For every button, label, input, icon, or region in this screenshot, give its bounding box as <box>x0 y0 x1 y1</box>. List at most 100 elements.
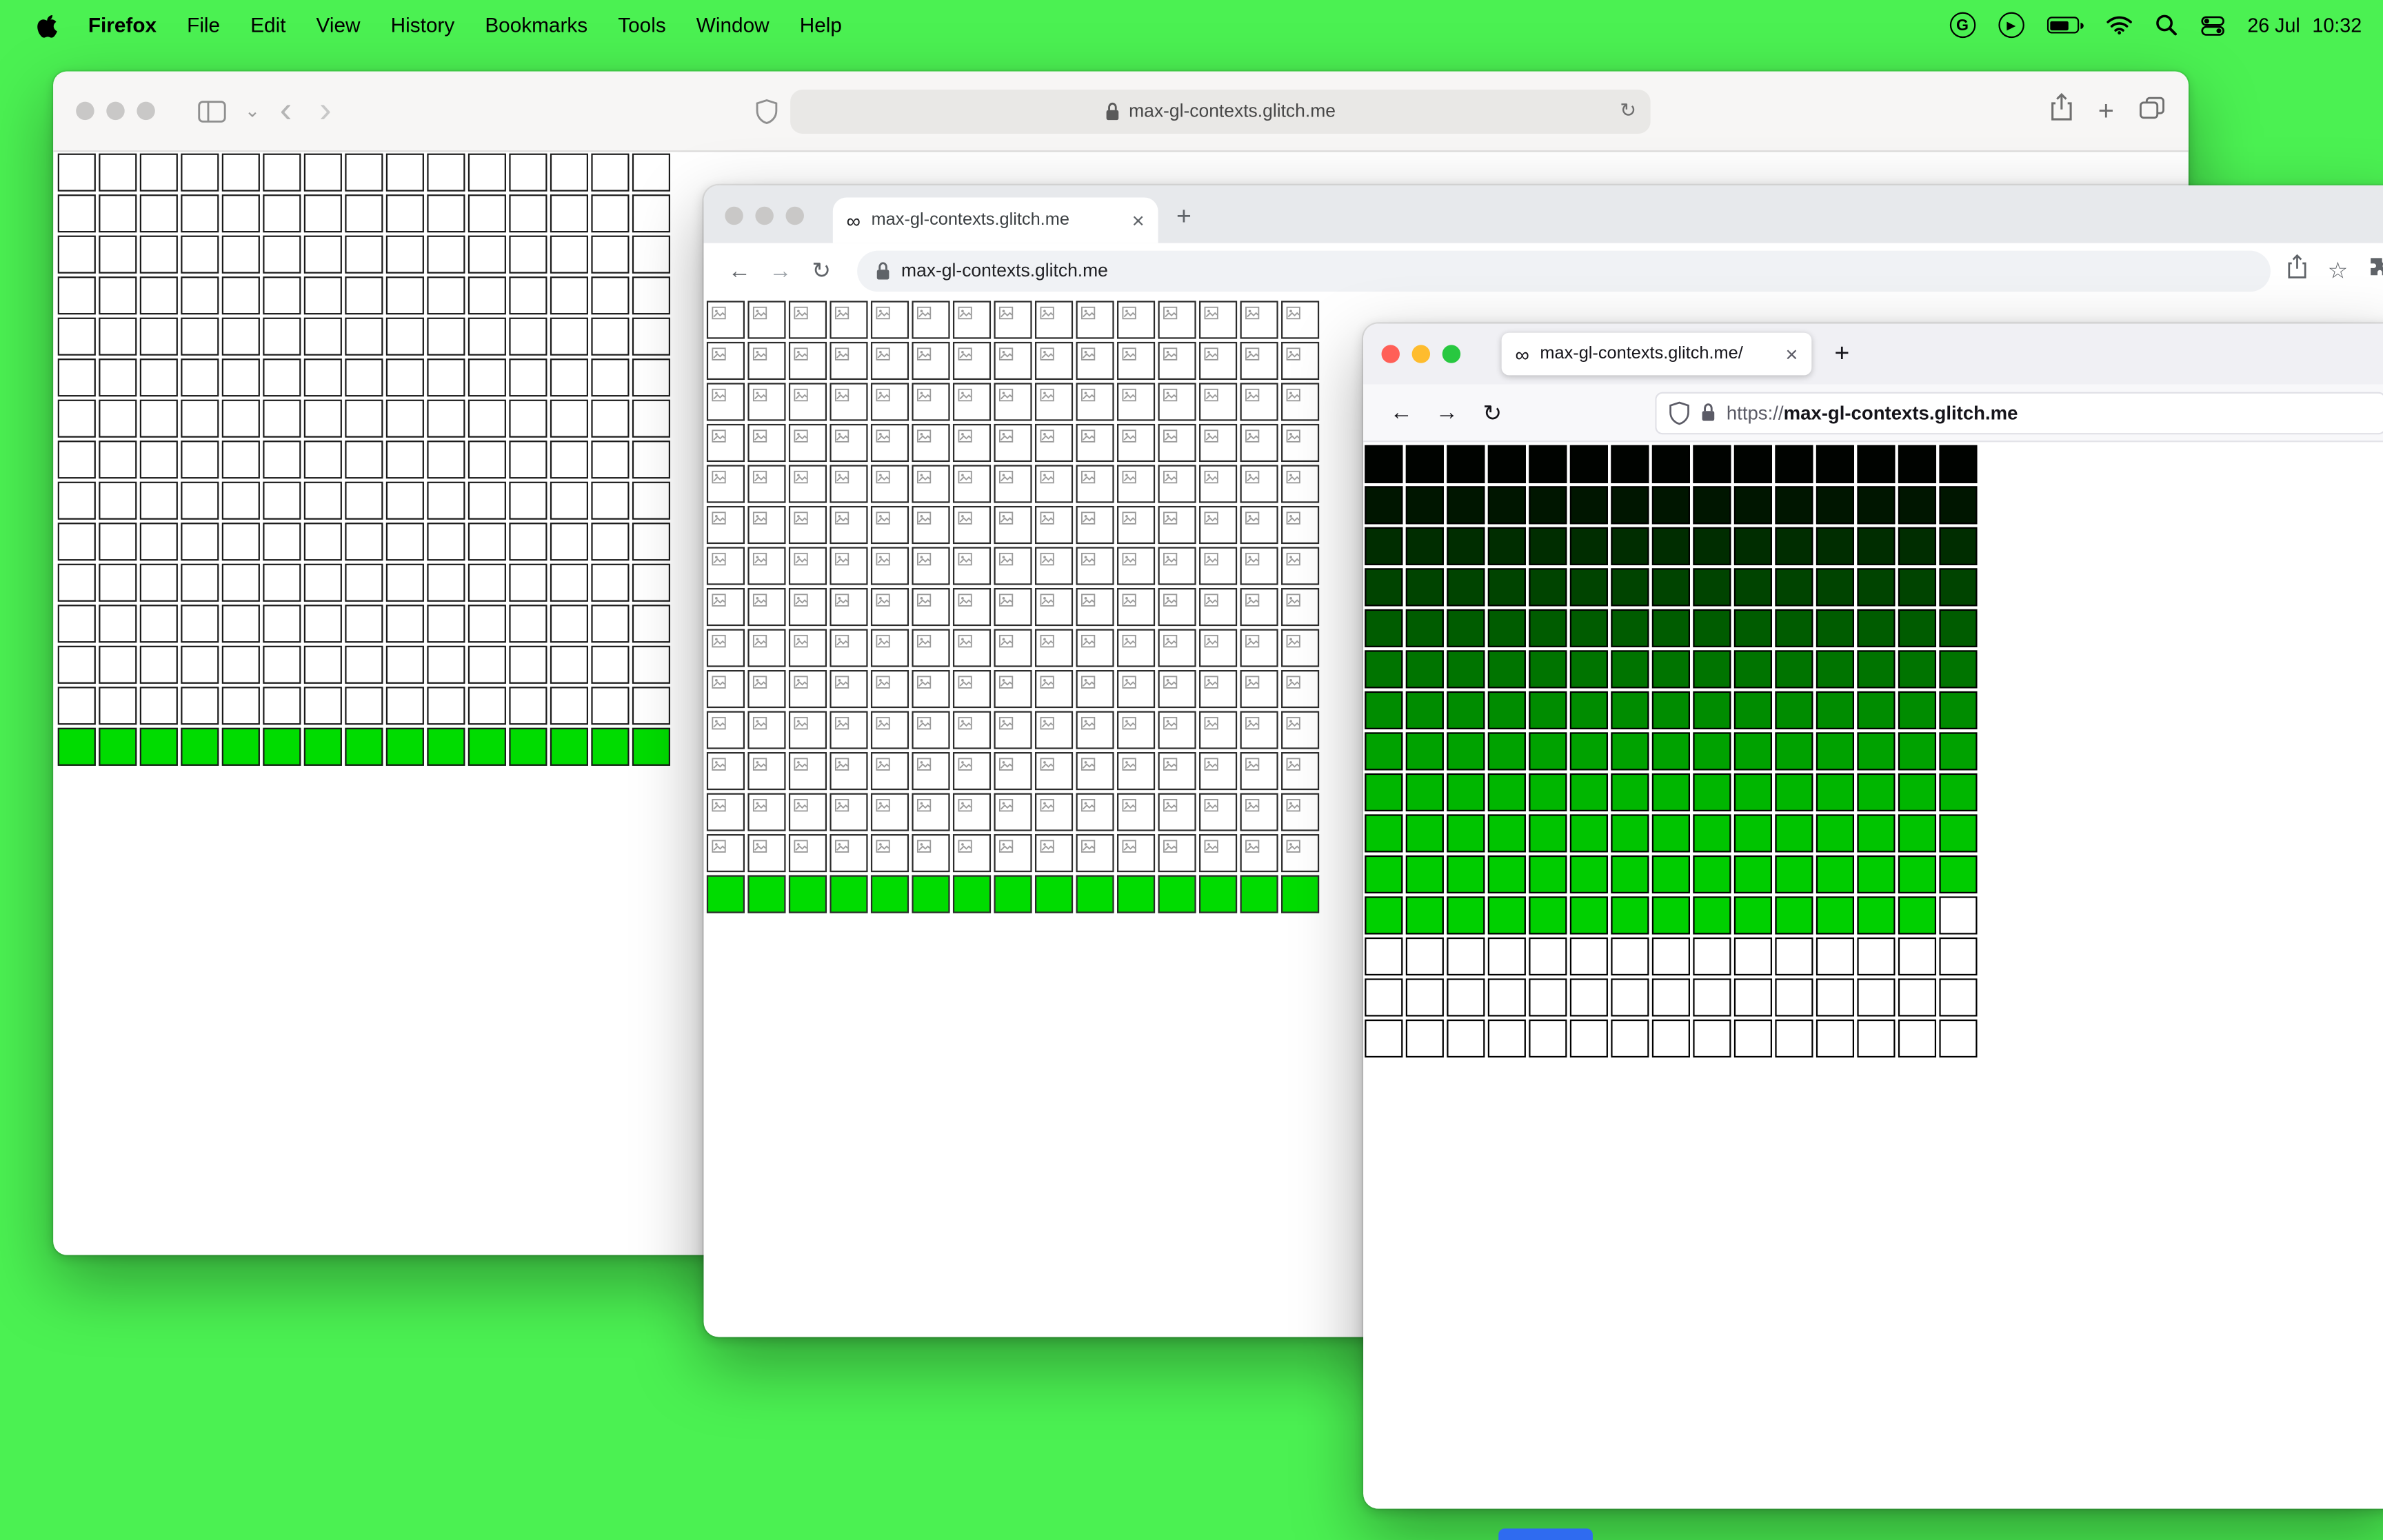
close-tab-icon[interactable]: × <box>1132 208 1145 232</box>
grid-cell <box>1240 301 1278 339</box>
chrome-active-tab[interactable]: ∞ max-gl-contexts.glitch.me × <box>832 197 1158 243</box>
share-icon[interactable] <box>2048 92 2073 129</box>
grid-cell <box>1529 527 1567 565</box>
menu-item-window[interactable]: Window <box>681 14 785 37</box>
menu-item-edit[interactable]: Edit <box>235 14 301 37</box>
broken-image-icon <box>1204 716 1218 730</box>
chevron-down-icon[interactable]: ⌄ <box>245 100 260 121</box>
spotlight-search-icon[interactable] <box>2155 14 2178 37</box>
broken-image-icon <box>712 306 726 320</box>
menu-item-tools[interactable]: Tools <box>603 14 681 37</box>
broken-image-icon <box>834 594 849 607</box>
grid-cell <box>57 523 96 561</box>
control-center-icon[interactable] <box>2200 13 2224 37</box>
grid-cell <box>1076 465 1114 503</box>
grid-cell <box>99 727 137 766</box>
zoom-button[interactable] <box>137 101 155 121</box>
grid-cell <box>509 605 547 643</box>
firefox-toolbar: ← → ↻ https://max-gl-contexts.glitch.me <box>1363 384 2383 443</box>
share-icon[interactable] <box>2285 254 2308 287</box>
grid-cell <box>1898 855 1937 894</box>
menu-bar-clock[interactable]: 26 Jul 10:32 <box>2247 14 2362 37</box>
dock-icon-peek[interactable] <box>1498 1528 1593 1540</box>
grid-cell <box>385 481 424 520</box>
wifi-icon[interactable] <box>2106 15 2132 35</box>
grid-cell <box>509 276 547 315</box>
grid-cell <box>747 341 786 381</box>
battery-icon[interactable] <box>2047 17 2084 34</box>
play-icon[interactable]: ▶ <box>1998 12 2024 39</box>
forward-icon[interactable]: → <box>760 258 801 283</box>
broken-image-icon <box>794 634 808 648</box>
grid-cell <box>303 317 342 356</box>
grammarly-icon[interactable]: G <box>1949 12 1975 39</box>
new-tab-button[interactable]: + <box>1834 339 1849 369</box>
minimize-button[interactable] <box>106 101 125 121</box>
grid-cell <box>1693 527 1731 565</box>
zoom-button[interactable] <box>1442 345 1461 363</box>
new-tab-icon[interactable]: + <box>2098 95 2114 127</box>
back-icon[interactable]: ‹ <box>280 92 292 128</box>
apple-menu[interactable] <box>21 13 73 37</box>
grid-cell <box>467 399 506 438</box>
close-button[interactable] <box>1381 345 1400 363</box>
grid-cell <box>385 276 424 315</box>
grid-cell <box>1447 568 1485 607</box>
tracking-shield-icon[interactable] <box>1669 401 1690 425</box>
broken-image-icon <box>958 634 972 648</box>
grid-cell <box>139 194 178 233</box>
app-menu-firefox[interactable]: Firefox <box>73 14 172 37</box>
extensions-puzzle-icon[interactable] <box>2368 255 2383 285</box>
reload-icon[interactable]: ↻ <box>801 256 843 284</box>
grid-cell <box>1569 937 1608 976</box>
grid-cell <box>1034 670 1074 709</box>
zoom-button[interactable] <box>785 206 804 225</box>
tab-overview-icon[interactable] <box>2138 95 2166 127</box>
grid-cell <box>994 629 1032 667</box>
grid-cell <box>1569 609 1608 647</box>
close-tab-icon[interactable]: × <box>1785 342 1798 366</box>
menu-item-history[interactable]: History <box>376 14 470 37</box>
grid-cell <box>1405 445 1444 483</box>
grid-cell <box>1611 650 1649 689</box>
new-tab-button[interactable]: + <box>1176 202 1192 232</box>
broken-image-icon <box>1163 388 1178 402</box>
menu-item-help[interactable]: Help <box>785 14 857 37</box>
bookmark-star-icon[interactable]: ☆ <box>2328 256 2349 284</box>
grid-cell <box>952 793 992 831</box>
menu-item-file[interactable]: File <box>172 14 235 37</box>
sidebar-icon[interactable] <box>198 99 227 122</box>
privacy-shield-icon[interactable] <box>755 98 778 123</box>
close-button[interactable] <box>725 206 743 225</box>
grid-cell <box>829 505 868 545</box>
grid-cell <box>1529 1019 1567 1058</box>
minimize-button[interactable] <box>1411 345 1431 363</box>
back-icon[interactable]: ← <box>1378 400 1424 425</box>
back-icon[interactable]: ← <box>719 258 761 283</box>
close-button[interactable] <box>76 101 94 121</box>
broken-image-icon <box>1040 429 1054 443</box>
firefox-active-tab[interactable]: ∞ max-gl-contexts.glitch.me/ × <box>1501 332 1812 376</box>
grid-cell <box>591 481 630 520</box>
menu-item-bookmarks[interactable]: Bookmarks <box>470 14 603 37</box>
grid-cell <box>591 194 630 233</box>
grid-cell <box>385 153 424 192</box>
forward-icon[interactable]: › <box>319 92 332 128</box>
menu-item-view[interactable]: View <box>301 14 376 37</box>
safari-address-bar[interactable]: max-gl-contexts.glitch.me ↻ <box>790 88 1651 133</box>
lock-icon[interactable] <box>1700 403 1716 423</box>
chrome-address-bar[interactable]: max-gl-contexts.glitch.me <box>857 250 2270 292</box>
grid-cell <box>1034 465 1074 503</box>
grid-cell <box>263 563 301 602</box>
broken-image-icon <box>1081 388 1096 402</box>
reload-icon[interactable]: ↻ <box>1469 399 1515 426</box>
grid-cell <box>1487 1019 1526 1058</box>
grid-cell <box>591 727 630 766</box>
broken-image-icon <box>958 840 972 853</box>
grid-cell <box>591 153 630 192</box>
reload-icon[interactable]: ↻ <box>1620 99 1636 123</box>
forward-icon[interactable]: → <box>1424 400 1469 425</box>
firefox-address-bar[interactable]: https://max-gl-contexts.glitch.me <box>1655 391 2383 434</box>
minimize-button[interactable] <box>755 206 774 225</box>
grid-cell <box>829 629 868 667</box>
